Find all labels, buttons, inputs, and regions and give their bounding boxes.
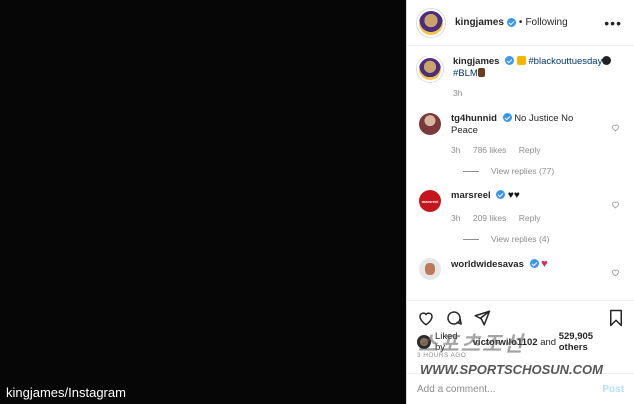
red-heart-emoji-icon: ♥ [541, 258, 548, 270]
separator-dot: • [518, 17, 523, 28]
verified-icon [496, 190, 506, 199]
verified-icon [502, 113, 512, 122]
square-emoji-icon [516, 56, 526, 65]
bookmark-icon[interactable] [607, 309, 625, 327]
more-icon[interactable]: ••• [604, 15, 622, 31]
caption-row: kingjames #blackouttuesday #BLM 3h [417, 56, 624, 99]
comment-body: worldwidesavas ♥ [451, 258, 591, 280]
following-button[interactable]: Following [525, 17, 567, 28]
comment-time: 3h [451, 145, 461, 155]
view-replies-button[interactable]: View replies (4) [463, 234, 624, 244]
comment-body: marsreel ♥♥ 3h 209 likes Reply [451, 190, 591, 224]
fist-emoji-icon [477, 68, 485, 77]
caption-meta: 3h [453, 87, 623, 99]
comment-meta: 3h 786 likes Reply [451, 144, 591, 156]
caption-body: kingjames #blackouttuesday #BLM 3h [453, 56, 623, 99]
comment-body: tg4hunnid No Justice No Peace 3h 786 lik… [451, 113, 591, 156]
photo-credit: kingjames/Instagram [6, 385, 126, 400]
view-replies-button[interactable]: View replies (77) [463, 166, 624, 176]
heart-icon[interactable] [611, 268, 620, 277]
commenter-avatar[interactable] [419, 113, 441, 135]
reply-button[interactable]: Reply [519, 213, 541, 223]
comment-input[interactable] [417, 383, 567, 395]
likes-prefix: Liked by [435, 331, 458, 353]
hashtag-blackouttuesday[interactable]: #blackouttuesday [528, 56, 602, 67]
comment-username[interactable]: marsreel [451, 190, 491, 201]
verified-icon [506, 18, 516, 27]
likes-summary: Liked by victorwilo1102 and 529,905 othe… [417, 331, 624, 353]
comment-username[interactable]: worldwidesavas [451, 259, 524, 270]
like-heart-icon[interactable] [417, 309, 435, 327]
post-media[interactable]: kingjames/Instagram [0, 0, 406, 404]
commenter-avatar[interactable]: marsreel [419, 190, 441, 212]
caption-username[interactable]: kingjames [453, 56, 499, 67]
heart-icon[interactable] [611, 200, 620, 209]
comment-likes[interactable]: 786 likes [473, 145, 507, 155]
comment-username[interactable]: tg4hunnid [451, 113, 497, 124]
reply-button[interactable]: Reply [519, 145, 541, 155]
add-comment-bar: Post [407, 373, 634, 404]
hashtag-blm[interactable]: #BLM [453, 68, 478, 79]
comment-row: tg4hunnid No Justice No Peace 3h 786 lik… [417, 113, 624, 156]
comment-row: worldwidesavas ♥ [417, 258, 624, 280]
author-username[interactable]: kingjames [455, 17, 504, 28]
comment-likes[interactable]: 209 likes [473, 213, 507, 223]
comment-meta: 3h 209 likes Reply [451, 212, 591, 224]
black-heart-emoji-icon: ♥♥ [507, 190, 520, 201]
likes-count[interactable]: 529,905 others [559, 331, 624, 353]
comments-list[interactable]: kingjames #blackouttuesday #BLM 3h tg4hu… [407, 56, 634, 296]
post-side-panel: kingjames • Following ••• kingjames #bla… [406, 0, 634, 404]
post-actions [407, 300, 634, 330]
caption-avatar[interactable] [417, 56, 443, 82]
heart-icon[interactable] [611, 123, 620, 132]
black-circle-emoji-icon [602, 56, 612, 65]
share-icon[interactable] [473, 309, 491, 327]
comment-time: 3h [451, 213, 461, 223]
verified-icon [529, 259, 539, 268]
commenter-avatar[interactable] [419, 258, 441, 280]
post-timestamp: 3 HOURS AGO [417, 352, 467, 359]
liker-username[interactable]: victorwilo1102 [473, 337, 538, 348]
liker-avatar[interactable] [417, 335, 431, 349]
comment-icon[interactable] [445, 309, 463, 327]
likes-and: and [540, 336, 557, 348]
post-button[interactable]: Post [602, 384, 624, 395]
author-avatar[interactable] [417, 8, 445, 37]
caption-time: 3h [453, 88, 463, 98]
comment-row: marsreel marsreel ♥♥ 3h 209 likes Reply [417, 190, 624, 224]
verified-icon [505, 56, 515, 65]
post-header: kingjames • Following ••• [407, 0, 634, 46]
